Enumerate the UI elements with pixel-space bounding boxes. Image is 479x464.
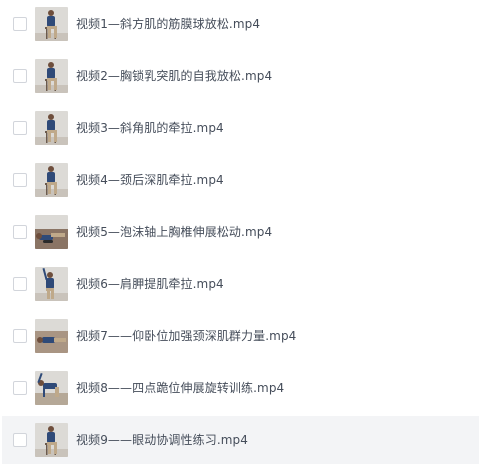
file-checkbox[interactable] (13, 381, 27, 395)
file-name[interactable]: 视频5—泡沫轴上胸椎伸展松动.mp4 (76, 224, 272, 240)
person-kneeling-thumbnail (35, 371, 68, 405)
file-row[interactable]: 视频4—颈后深肌牵拉.mp4 (2, 156, 479, 204)
file-name[interactable]: 视频8——四点跪位伸展旋转训练.mp4 (76, 380, 284, 396)
file-checkbox[interactable] (13, 277, 27, 291)
file-name[interactable]: 视频7——仰卧位加强颈深肌群力量.mp4 (76, 328, 296, 344)
file-list: 视频1—斜方肌的筋膜球放松.mp4 视频2—胸锁乳突肌的自我放松.mp4 视频3—斜… (0, 0, 479, 464)
file-row[interactable]: 视频6—肩胛提肌牵拉.mp4 (2, 260, 479, 308)
file-row[interactable]: 视频9——眼动协调性练习.mp4 (2, 416, 479, 464)
file-name[interactable]: 视频4—颈后深肌牵拉.mp4 (76, 172, 224, 188)
file-row[interactable]: 视频2—胸锁乳突肌的自我放松.mp4 (2, 52, 479, 100)
file-name[interactable]: 视频3—斜角肌的牵拉.mp4 (76, 120, 224, 136)
file-checkbox[interactable] (13, 433, 27, 447)
person-floor-foam-roller-thumbnail (35, 215, 68, 249)
person-seated-stool-thumbnail (35, 163, 68, 197)
person-lying-supine-thumbnail (35, 319, 68, 353)
file-name[interactable]: 视频2—胸锁乳突肌的自我放松.mp4 (76, 68, 272, 84)
file-checkbox[interactable] (13, 225, 27, 239)
file-row[interactable]: 视频5—泡沫轴上胸椎伸展松动.mp4 (2, 208, 479, 256)
person-seated-wall-thumbnail (35, 59, 68, 93)
file-row[interactable]: 视频1—斜方肌的筋膜球放松.mp4 (2, 0, 479, 48)
person-seated-stool-thumbnail (35, 423, 68, 457)
person-standing-arm-raised-thumbnail (35, 267, 68, 301)
person-seated-wall-thumbnail (35, 7, 68, 41)
file-checkbox[interactable] (13, 329, 27, 343)
person-seated-stool-thumbnail (35, 111, 68, 145)
file-row[interactable]: 视频8——四点跪位伸展旋转训练.mp4 (2, 364, 479, 412)
file-row[interactable]: 视频3—斜角肌的牵拉.mp4 (2, 104, 479, 152)
file-checkbox[interactable] (13, 17, 27, 31)
file-checkbox[interactable] (13, 121, 27, 135)
file-name[interactable]: 视频9——眼动协调性练习.mp4 (76, 432, 248, 448)
file-name[interactable]: 视频1—斜方肌的筋膜球放松.mp4 (76, 16, 260, 32)
file-checkbox[interactable] (13, 69, 27, 83)
file-row[interactable]: 视频7——仰卧位加强颈深肌群力量.mp4 (2, 312, 479, 360)
file-checkbox[interactable] (13, 173, 27, 187)
file-name[interactable]: 视频6—肩胛提肌牵拉.mp4 (76, 276, 224, 292)
